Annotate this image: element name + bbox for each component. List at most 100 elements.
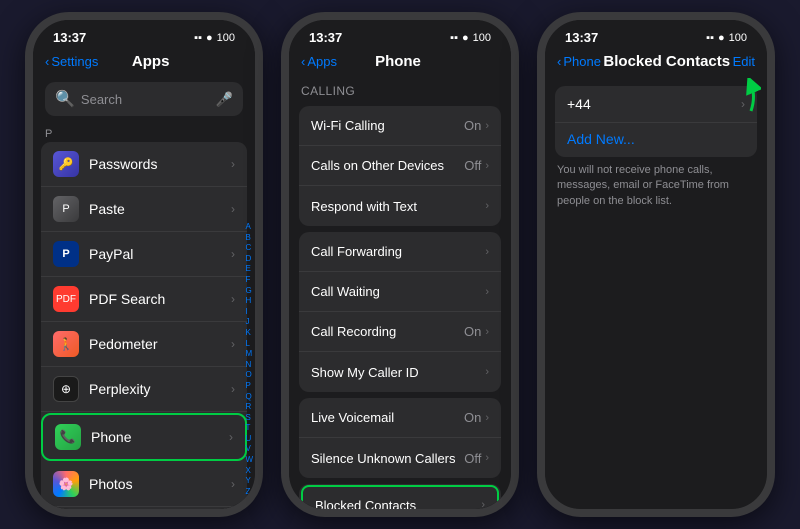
nav-bar-1: ‹ Settings Apps: [33, 49, 255, 78]
call-waiting-label: Call Waiting: [311, 284, 485, 299]
calling-section-header: CALLING: [289, 78, 511, 100]
phone-app-icon: 📞: [55, 424, 81, 450]
battery-icon: 100: [217, 32, 235, 44]
show-caller-id-row[interactable]: Show My Caller ID ›: [299, 352, 501, 392]
list-item-photos[interactable]: 🌸 Photos ›: [41, 462, 247, 507]
status-bar-3: 13:37 ▪▪ ● 100: [545, 20, 767, 49]
call-forwarding-row[interactable]: Call Forwarding ›: [299, 232, 501, 272]
paypal-icon: P: [53, 241, 79, 267]
settings-group-2: Call Forwarding › Call Waiting › Call Re…: [299, 232, 501, 392]
nav-bar-3: ‹ Phone Blocked Contacts Edit: [545, 49, 767, 78]
list-item-perplexity[interactable]: ⊕ Perplexity ›: [41, 367, 247, 412]
status-icons-3: ▪▪ ● 100: [706, 32, 747, 44]
page-title-3: Blocked Contacts: [601, 53, 733, 70]
back-label-2: Apps: [307, 54, 337, 69]
call-forwarding-label: Call Forwarding: [311, 244, 485, 259]
phone-1: 13:37 ▪▪ ● 100 ‹ Settings Apps 🔍 Search …: [25, 12, 263, 517]
chevron-icon: ›: [485, 246, 489, 258]
list-item-phone[interactable]: 📞 Phone ›: [41, 413, 247, 461]
chevron-icon: ›: [231, 382, 235, 396]
chevron-icon: ›: [231, 292, 235, 306]
show-caller-id-label: Show My Caller ID: [311, 365, 485, 380]
edit-button[interactable]: Edit: [733, 54, 755, 69]
passwords-label: Passwords: [89, 156, 231, 172]
page-title-2: Phone: [337, 53, 459, 70]
back-label-3: Phone: [563, 54, 601, 69]
wifi-icon: ●: [206, 32, 213, 44]
paste-icon: P: [53, 196, 79, 222]
status-time-3: 13:37: [565, 30, 598, 45]
section-label-p: P: [33, 124, 255, 142]
paypal-label: PayPal: [89, 246, 231, 262]
chevron-icon: ›: [481, 499, 485, 509]
live-voicemail-label: Live Voicemail: [311, 410, 464, 425]
status-time-2: 13:37: [309, 30, 342, 45]
back-button-2[interactable]: ‹ Apps: [301, 54, 337, 69]
status-icons-2: ▪▪ ● 100: [450, 32, 491, 44]
list-item-pedometer[interactable]: 🚶 Pedometer ›: [41, 322, 247, 367]
respond-text-label: Respond with Text: [311, 199, 485, 214]
calls-on-other-value: Off: [464, 158, 481, 173]
chevron-icon: ›: [231, 202, 235, 216]
chevron-icon: ›: [485, 200, 489, 212]
status-icons-1: ▪▪ ● 100: [194, 32, 235, 44]
call-waiting-row[interactable]: Call Waiting ›: [299, 272, 501, 312]
settings-group-1: Wi-Fi Calling On › Calls on Other Device…: [299, 106, 501, 226]
photos-label: Photos: [89, 476, 231, 492]
calls-on-other-row[interactable]: Calls on Other Devices Off ›: [299, 146, 501, 186]
chevron-icon: ›: [485, 452, 489, 464]
blocked-contacts-row[interactable]: Blocked Contacts ›: [301, 485, 499, 509]
silence-unknown-row[interactable]: Silence Unknown Callers Off ›: [299, 438, 501, 478]
wifi-calling-label: Wi-Fi Calling: [311, 118, 464, 133]
signal-icon: ▪▪: [194, 32, 202, 44]
list-item-passwords[interactable]: 🔑 Passwords ›: [41, 142, 247, 187]
chevron-icon: ›: [485, 160, 489, 172]
blocked-number: +44: [567, 96, 741, 112]
chevron-icon: ›: [485, 412, 489, 424]
chevron-icon: ›: [231, 247, 235, 261]
back-button-1[interactable]: ‹ Settings: [45, 54, 98, 69]
nav-bar-2: ‹ Apps Phone: [289, 49, 511, 78]
chevron-icon: ›: [485, 120, 489, 132]
perplexity-icon: ⊕: [53, 376, 79, 402]
back-button-3[interactable]: ‹ Phone: [557, 54, 601, 69]
phone-label: Phone: [91, 429, 229, 445]
chevron-icon: ›: [485, 326, 489, 338]
list-item-playground[interactable]: 🎮 Playground ›: [41, 507, 247, 509]
pedometer-label: Pedometer: [89, 336, 231, 352]
live-voicemail-row[interactable]: Live Voicemail On ›: [299, 398, 501, 438]
wifi-icon: ●: [462, 32, 469, 44]
wifi-calling-row[interactable]: Wi-Fi Calling On ›: [299, 106, 501, 146]
pdf-label: PDF Search: [89, 291, 231, 307]
apps-list: 🔑 Passwords › P Paste › P PayPal › PDF P…: [33, 142, 255, 509]
list-item-paste[interactable]: P Paste ›: [41, 187, 247, 232]
live-voicemail-value: On: [464, 410, 481, 425]
blocked-description: You will not receive phone calls, messag…: [545, 157, 767, 215]
back-label-1: Settings: [51, 54, 98, 69]
chevron-icon: ›: [485, 366, 489, 378]
call-recording-row[interactable]: Call Recording On ›: [299, 312, 501, 352]
wifi-calling-value: On: [464, 118, 481, 133]
blocked-contacts-label: Blocked Contacts: [315, 498, 481, 510]
call-recording-value: On: [464, 324, 481, 339]
silence-unknown-value: Off: [464, 451, 481, 466]
alphabet-index[interactable]: ABCDE FGHIJ KLMNO PQRST UVWXY Z#: [245, 222, 253, 507]
status-time-1: 13:37: [53, 30, 86, 45]
paste-label: Paste: [89, 201, 231, 217]
chevron-icon: ›: [231, 337, 235, 351]
list-item-paypal[interactable]: P PayPal ›: [41, 232, 247, 277]
signal-icon: ▪▪: [706, 32, 714, 44]
wifi-icon: ●: [718, 32, 725, 44]
search-bar-1[interactable]: 🔍 Search 🎤: [45, 82, 243, 116]
battery-icon: 100: [729, 32, 747, 44]
search-placeholder-1: Search: [81, 92, 122, 107]
chevron-left-icon: ‹: [557, 54, 561, 69]
add-new-row[interactable]: Add New...: [555, 123, 757, 157]
search-icon: 🔍: [55, 89, 75, 109]
respond-text-row[interactable]: Respond with Text ›: [299, 186, 501, 226]
passwords-icon: 🔑: [53, 151, 79, 177]
silence-unknown-label: Silence Unknown Callers: [311, 451, 464, 466]
calls-on-other-label: Calls on Other Devices: [311, 158, 464, 173]
status-bar-1: 13:37 ▪▪ ● 100: [33, 20, 255, 49]
list-item-pdf[interactable]: PDF PDF Search ›: [41, 277, 247, 322]
